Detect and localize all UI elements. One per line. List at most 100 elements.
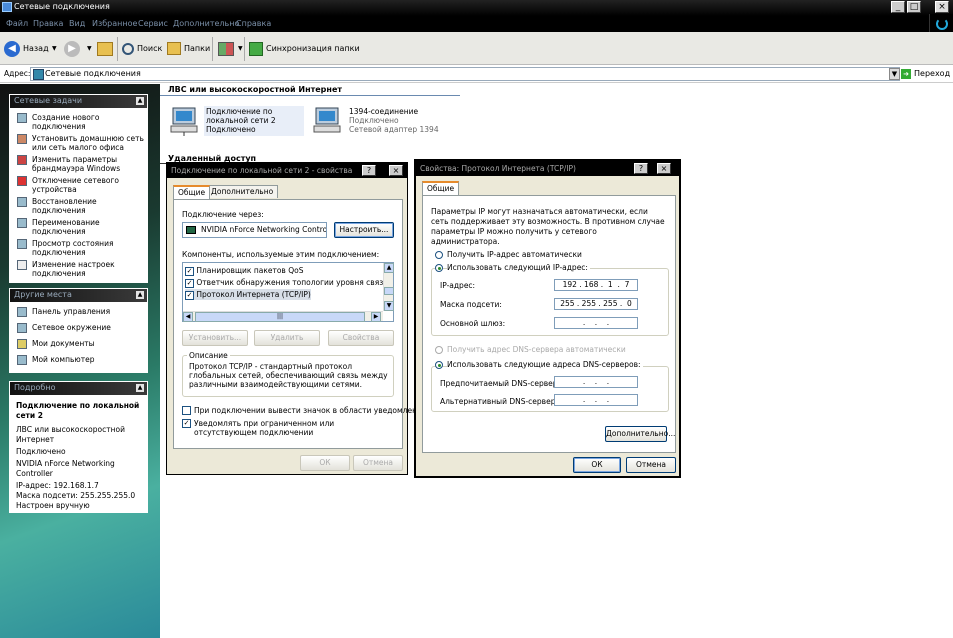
use-ip-radio[interactable] [435,264,443,272]
task-home-network[interactable]: Установить домашнюю сеть или сеть малого… [10,133,147,154]
collapse-chevron-icon[interactable]: ▲ [136,291,144,299]
scroll-right-icon[interactable]: ▶ [371,312,381,322]
details-mask: Маска подсети: 255.255.255.0 [16,491,136,500]
gateway-field[interactable]: . . . [554,317,638,329]
other-places-header[interactable]: Другие места ▲ [10,289,147,302]
task-repair[interactable]: Восстановление подключения [10,196,147,217]
toolbar-separator [117,37,118,61]
remove-button[interactable]: Удалить [254,330,320,346]
scroll-down-icon[interactable]: ▼ [384,301,394,311]
auto-dns-label: Получить адрес DNS-сервера автоматически [447,345,626,354]
components-list[interactable]: ✓ Планировщик пакетов QoS ✓ Ответчик обн… [182,262,394,322]
scroll-thumb[interactable] [384,287,394,295]
component-checkbox[interactable]: ✓ [185,290,194,300]
menu-favorites[interactable]: Избранное [92,19,137,28]
collapse-chevron-icon[interactable]: ▲ [136,384,144,392]
connection-1394[interactable]: 1394-соединение Подключено Сетевой адаптер… [313,106,463,136]
window-titlebar: Сетевые подключения _ □ × [0,0,953,16]
menu-advanced[interactable]: Дополнительно [173,19,239,28]
advanced-button[interactable]: Дополнительно... [605,426,675,442]
menu-view[interactable]: Вид [69,19,85,28]
components-vscroll[interactable]: ▲ ▼ [383,263,394,311]
task-rename[interactable]: Переименование подключения [10,217,147,238]
list-item[interactable]: ✓ Ответчик обнаружения топологии уровня … [185,277,388,288]
list-item[interactable]: ✓ Протокол Интернета (TCP/IP) [185,289,311,300]
close-button[interactable]: × [657,163,671,174]
place-my-computer[interactable]: Мой компьютер [10,354,147,366]
maximize-button[interactable]: □ [907,1,921,13]
task-change-settings[interactable]: Изменение настроек подключения [10,259,147,280]
search-button[interactable]: Поиск [122,39,162,59]
minimize-button[interactable]: _ [891,1,905,13]
help-button[interactable]: ? [362,165,376,176]
sync-folder-button[interactable]: Синхронизация папки [249,39,360,59]
notify-checkbox[interactable]: ✓ [182,419,191,428]
collapse-chevron-icon[interactable]: ▲ [136,97,144,105]
preferred-dns-field[interactable]: . . . [554,376,638,388]
auto-dns-radio[interactable] [435,346,443,354]
forward-dropdown-icon[interactable]: ▼ [87,45,92,52]
properties-button[interactable]: Свойства [328,330,394,346]
views-button[interactable] [218,39,237,59]
address-input[interactable]: Сетевые подключения [30,67,900,81]
menu-tools[interactable]: Сервис [138,19,168,28]
home-network-icon [17,134,27,144]
details-content: Подключение по локальной сети 2 ЛВС или … [10,395,147,513]
close-button[interactable]: × [389,165,403,176]
tab-general[interactable]: Общие [422,181,460,195]
subnet-mask-field[interactable]: 255 . 255 . 255 . 0 [554,298,638,310]
up-button[interactable] [97,39,116,59]
address-dropdown-icon[interactable]: ▼ [889,68,900,80]
show-icon-checkbox[interactable] [182,406,191,415]
place-control-panel[interactable]: Панель управления [10,306,147,318]
folders-button[interactable]: Папки [167,39,210,59]
place-network[interactable]: Сетевое окружение [10,322,147,334]
cancel-button[interactable]: Отмена [626,457,676,473]
ok-button[interactable]: ОК [573,457,621,473]
ok-button[interactable]: ОК [300,455,350,471]
configure-button[interactable]: Настроить... [334,222,394,238]
component-checkbox[interactable]: ✓ [185,278,194,288]
toolbar-separator [244,37,245,61]
network-tasks-header[interactable]: Сетевые задачи ▲ [10,95,147,108]
menu-edit[interactable]: Правка [33,19,63,28]
subnet-mask-label: Маска подсети: [440,300,502,309]
alternate-dns-field[interactable]: . . . [554,394,638,406]
place-my-documents[interactable]: Мои документы [10,338,147,350]
component-checkbox[interactable]: ✓ [185,266,194,276]
other-places-panel: Другие места ▲ Панель управления Сетевое … [9,288,148,373]
scroll-thumb[interactable]: ||| [195,312,365,322]
tab-general[interactable]: Общие [173,185,211,199]
address-bar: Адрес: Сетевые подключения ▼ ➜ Переход [0,65,953,83]
task-new-connection[interactable]: Создание нового подключения [10,112,147,133]
cancel-button[interactable]: Отмена [353,455,403,471]
ip-address-field[interactable]: 192 . 168 . 1 . 7 [554,279,638,291]
components-hscroll[interactable]: ◀ ||| ▶ [183,311,383,322]
connection-lan-2[interactable]: Подключение по локальной сети 2 Подключен… [170,106,305,136]
views-dropdown-icon[interactable]: ▼ [238,45,243,52]
auto-ip-radio[interactable] [435,251,443,259]
views-icon [218,41,234,56]
close-button[interactable]: × [935,1,949,13]
tab-advanced[interactable]: Дополнительно [206,185,279,198]
lan-properties-titlebar: Подключение по локальной сети 2 - свойст… [167,163,407,178]
back-dropdown-icon[interactable]: ▼ [52,45,57,52]
menu-help[interactable]: Справка [236,19,271,28]
back-button[interactable]: ◀ Назад [4,39,49,59]
install-button[interactable]: Установить... [182,330,248,346]
scroll-left-icon[interactable]: ◀ [183,312,193,322]
folder-up-icon [97,41,113,56]
list-item[interactable]: ✓ Планировщик пакетов QoS [185,265,303,276]
details-header[interactable]: Подробно ▲ [10,382,147,395]
task-view-status[interactable]: Просмотр состояния подключения [10,238,147,259]
scroll-up-icon[interactable]: ▲ [384,263,394,273]
go-button[interactable]: ➜ Переход [901,67,951,81]
help-button[interactable]: ? [634,163,648,174]
use-dns-radio[interactable] [435,361,443,369]
task-firewall[interactable]: Изменить параметры брандмауэра Windows [10,154,147,175]
details-ip: IP-адрес: 192.168.1.7 [16,481,99,490]
auto-ip-label: Получить IP-адрес автоматически [447,250,582,259]
forward-button[interactable]: ▶ [64,39,83,59]
task-disable-device[interactable]: Отключение сетевого устройства [10,175,147,196]
menu-file[interactable]: Файл [6,19,28,28]
